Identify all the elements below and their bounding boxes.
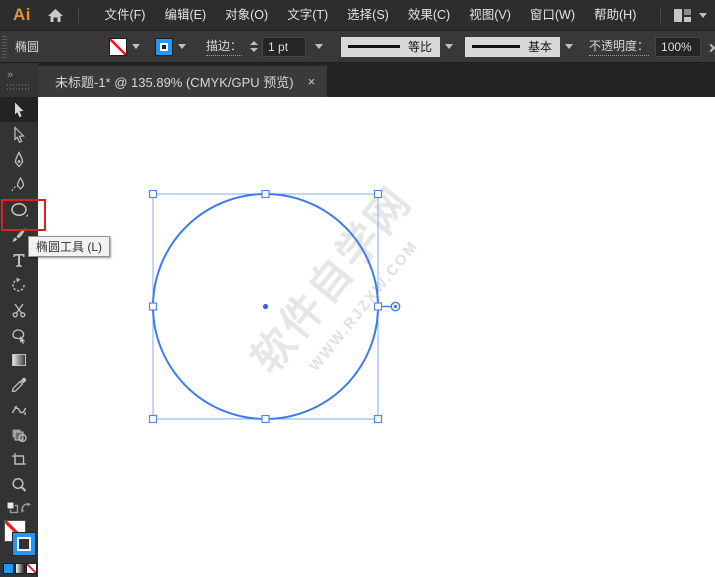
stroke-weight-stepper[interactable] [250, 41, 259, 52]
tooltip-text: 椭圆工具 (L) [36, 240, 103, 254]
fill-none-swatch[interactable] [109, 37, 127, 56]
chevron-down-icon [698, 12, 707, 18]
ai-logo: Ai [13, 5, 31, 24]
tooltip: 椭圆工具 (L) [28, 236, 111, 257]
tool-context-label: 椭圆 [15, 40, 40, 54]
canvas[interactable]: 软件自学网 WWW.RJZXW.COM [38, 97, 715, 577]
red-highlight-box [1, 199, 46, 231]
menu-view[interactable]: 视图(V) [460, 0, 521, 30]
pie-widget-dot [393, 304, 398, 309]
color-button[interactable] [3, 563, 14, 574]
menu-edit[interactable]: 编辑(E) [155, 0, 216, 30]
brush-line-icon [472, 45, 521, 48]
workspace-switcher-icon[interactable] [673, 8, 707, 22]
stroke-dropdown-chevron-icon[interactable] [178, 44, 186, 49]
panel-grip-icon[interactable] [2, 35, 7, 58]
fill-dropdown-chevron-icon[interactable] [132, 44, 140, 49]
stroke-ring-icon [160, 42, 168, 51]
scissors-tool[interactable] [0, 297, 38, 322]
profile-chevron-icon[interactable] [445, 44, 454, 49]
direct-selection-tool[interactable] [0, 122, 38, 147]
zoom-tool[interactable] [0, 472, 38, 497]
illustrator-window: Ai 文件(F) 编辑(E) 对象(O) 文字(T) 选择(S) 效果(C) 视… [0, 0, 715, 577]
width-profile-value: 等比 [408, 40, 433, 54]
color-mode-buttons [3, 563, 38, 575]
blend-tool[interactable] [0, 397, 38, 422]
brush-chevron-icon[interactable] [565, 44, 574, 49]
stepper-up-icon[interactable] [250, 41, 259, 45]
menu-bar: Ai 文件(F) 编辑(E) 对象(O) 文字(T) 选择(S) 效果(C) 视… [0, 0, 715, 30]
gradient-button[interactable] [14, 563, 26, 574]
brush-definition-value: 基本 [528, 40, 553, 54]
options-bar: 椭圆 描边： 1 pt 等比 基本 不透明度： 100% [0, 30, 715, 63]
none-diagonal-icon [110, 38, 126, 55]
profile-line-icon [348, 45, 401, 48]
home-icon[interactable] [47, 8, 64, 23]
brush-definition-select[interactable]: 基本 [465, 36, 561, 57]
menu-object[interactable]: 对象(O) [216, 0, 278, 30]
menu-effect[interactable]: 效果(C) [398, 0, 459, 30]
artboard-tool[interactable] [0, 447, 38, 472]
document-tab-bar: 未标题-1* @ 135.89% (CMYK/GPU 预览) × [38, 63, 715, 97]
selected-ellipse-artwork[interactable] [38, 97, 715, 577]
collapse-panel-icon[interactable]: » [7, 69, 13, 81]
none-button[interactable] [26, 563, 38, 574]
default-fill-stroke-icon[interactable] [6, 501, 19, 519]
shape-builder-tool[interactable] [0, 422, 38, 447]
fill-stroke-mini-controls [0, 501, 38, 519]
document-tab-title: 未标题-1* @ 135.89% (CMYK/GPU 预览) [55, 75, 294, 90]
menu-file[interactable]: 文件(F) [95, 0, 155, 30]
toolbar-grip-icon[interactable] [7, 84, 31, 90]
pen-tool[interactable] [0, 147, 38, 172]
stepper-down-icon[interactable] [250, 48, 259, 52]
menu-items: 文件(F) 编辑(E) 对象(O) 文字(T) 选择(S) 效果(C) 视图(V… [95, 0, 646, 30]
menu-separator [78, 7, 79, 23]
fill-stroke-proxies [0, 520, 38, 560]
stroke-weight-label[interactable]: 描边： [206, 37, 243, 56]
menu-type[interactable]: 文字(T) [278, 0, 338, 30]
center-point [262, 303, 269, 310]
selection-tool[interactable] [0, 97, 38, 122]
none-diagonal-icon [27, 564, 37, 573]
stroke-weight-input[interactable]: 1 pt [262, 36, 307, 57]
menu-help[interactable]: 帮助(H) [585, 0, 646, 30]
width-profile-select[interactable]: 等比 [341, 36, 441, 57]
document-tab[interactable]: 未标题-1* @ 135.89% (CMYK/GPU 预览) × [38, 66, 328, 97]
stroke-color-swatch[interactable] [155, 37, 173, 56]
menu-separator [659, 7, 661, 23]
eyedropper-tool[interactable] [0, 372, 38, 397]
menu-select[interactable]: 选择(S) [338, 0, 399, 30]
stroke-weight-chevron-icon[interactable] [315, 44, 324, 49]
stroke-proxy-blue[interactable] [13, 533, 35, 555]
toolbar [0, 97, 38, 577]
rotate-tool[interactable] [0, 272, 38, 297]
curvature-tool[interactable] [0, 172, 38, 197]
toolbar-header: » [0, 63, 38, 97]
gradient-tool[interactable] [0, 347, 38, 372]
opacity-input[interactable]: 100% [655, 36, 702, 57]
options-overflow-icon[interactable] [706, 39, 715, 54]
shaper-tool[interactable] [0, 322, 38, 347]
opacity-label[interactable]: 不透明度： [589, 37, 650, 56]
swap-fill-stroke-icon[interactable] [20, 501, 32, 519]
layout-grid-icon [673, 8, 691, 22]
menu-window[interactable]: 窗口(W) [520, 0, 584, 30]
tab-close-icon[interactable]: × [308, 74, 316, 89]
